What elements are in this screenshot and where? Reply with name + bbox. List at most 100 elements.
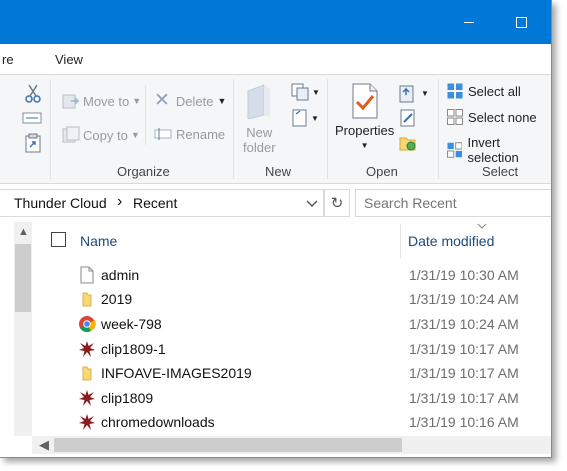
- copy-path-icon: [22, 112, 42, 124]
- copy-path-button[interactable]: [22, 111, 42, 125]
- scroll-left-icon[interactable]: ◀: [39, 437, 49, 453]
- column-header-date-modified[interactable]: Date modified: [408, 233, 494, 249]
- open-icon: [399, 85, 414, 103]
- invert-selection-icon: [447, 142, 463, 158]
- file-date: 1/31/19 10:17 AM: [409, 341, 519, 357]
- rename-label: Rename: [176, 126, 226, 142]
- splat-icon: [79, 390, 95, 406]
- address-dropdown-icon[interactable]: [306, 200, 318, 208]
- address-bar: Thunder Cloud › Recent ↻: [0, 184, 551, 222]
- refresh-icon: ↻: [330, 195, 344, 212]
- properties-button[interactable]: Properties ▼: [335, 83, 394, 150]
- ribbon-separator: [145, 85, 146, 145]
- history-button[interactable]: [399, 134, 417, 152]
- refresh-button[interactable]: ↻: [324, 189, 350, 217]
- file-name: admin: [101, 267, 140, 283]
- select-all-checkbox[interactable]: [51, 232, 66, 247]
- copy-to-icon: [62, 126, 80, 143]
- easy-access-icon: [292, 109, 307, 127]
- file-date: 1/31/19 10:24 AM: [409, 316, 519, 332]
- edit-icon: [400, 109, 415, 127]
- list-item[interactable]: clip1809 1/31/19 10:17 AM: [0, 387, 551, 411]
- list-item[interactable]: INFOAVE-IMAGES2019 1/31/19 10:17 AM: [0, 362, 551, 386]
- folder-icon: [82, 292, 92, 307]
- sort-indicator-icon: [477, 223, 487, 229]
- list-item[interactable]: week-798 1/31/19 10:24 AM: [0, 313, 551, 337]
- breadcrumb-separator-icon[interactable]: ›: [117, 193, 122, 211]
- delete-button[interactable]: ✕ Delete ▼: [154, 90, 226, 111]
- copy-to-label: Copy to: [83, 127, 128, 143]
- properties-icon: [352, 83, 378, 119]
- paste-shortcut-button[interactable]: [24, 133, 42, 153]
- search-input[interactable]: [355, 189, 551, 217]
- new-folder-label-2: folder: [243, 140, 276, 155]
- copy-to-button[interactable]: Copy to ▼: [62, 126, 140, 144]
- ribbon-separator: [233, 79, 234, 179]
- easy-access-button[interactable]: ▼: [291, 109, 319, 127]
- column-header-name[interactable]: Name: [80, 233, 117, 249]
- list-item[interactable]: chromedownloads 1/31/19 10:16 AM: [0, 411, 551, 435]
- new-folder-button[interactable]: New folder: [243, 83, 276, 155]
- tab-share[interactable]: re: [2, 52, 14, 67]
- cut-button[interactable]: [24, 83, 42, 103]
- edit-button[interactable]: [399, 109, 417, 127]
- history-icon: [399, 137, 416, 151]
- new-folder-icon: [247, 84, 271, 119]
- maximize-icon: [515, 16, 527, 28]
- chevron-down-icon: ▼: [421, 88, 429, 98]
- file-date: 1/31/19 10:17 AM: [409, 390, 519, 406]
- chevron-down-icon: ▼: [132, 96, 142, 106]
- chevron-down-icon: ▼: [311, 113, 319, 123]
- file-date: 1/31/19 10:17 AM: [409, 365, 519, 381]
- chrome-icon: [79, 316, 96, 333]
- chevron-down-icon: ▼: [312, 87, 320, 97]
- file-explorer-window: re View Move to ▼ Copy to ▼ ✕ Delete ▼ R…: [0, 0, 552, 458]
- list-item[interactable]: clip1809-1 1/31/19 10:17 AM: [0, 338, 551, 362]
- breadcrumb-item[interactable]: Thunder Cloud: [14, 195, 107, 211]
- file-date: 1/31/19 10:30 AM: [409, 267, 519, 283]
- select-all-button[interactable]: Select all: [447, 83, 521, 99]
- breadcrumb-item[interactable]: Recent: [133, 195, 177, 211]
- delete-label: Delete: [175, 93, 214, 109]
- new-folder-label-1: New: [246, 125, 273, 140]
- ribbon-separator: [50, 79, 51, 179]
- breadcrumb[interactable]: Thunder Cloud › Recent: [0, 189, 324, 217]
- organize-group-label: Organize: [117, 164, 170, 179]
- minimize-icon: [464, 21, 474, 23]
- splat-icon: [79, 341, 95, 357]
- horizontal-scroll-thumb[interactable]: [54, 438, 402, 452]
- minimize-button[interactable]: [446, 0, 492, 44]
- select-none-button[interactable]: Select none: [447, 109, 537, 125]
- select-none-icon: [447, 109, 463, 125]
- tab-view[interactable]: View: [55, 52, 83, 67]
- new-item-button[interactable]: ▼: [291, 83, 320, 101]
- file-name: week-798: [101, 316, 162, 332]
- new-item-icon: [291, 83, 309, 101]
- ribbon-separator: [327, 79, 328, 179]
- list-item[interactable]: admin 1/31/19 10:30 AM: [0, 264, 551, 288]
- select-group-label: Select: [482, 164, 519, 179]
- move-to-label: Move to: [83, 93, 130, 109]
- list-item[interactable]: 2019 1/31/19 10:24 AM: [0, 288, 551, 312]
- select-all-label: Select all: [468, 83, 521, 99]
- properties-label: Properties: [335, 123, 395, 138]
- maximize-button[interactable]: [498, 0, 544, 44]
- open-button[interactable]: ▼: [399, 83, 429, 103]
- chevron-down-icon: ▼: [360, 141, 369, 150]
- splat-icon: [79, 414, 95, 430]
- move-to-icon: [62, 94, 80, 109]
- scroll-up-icon[interactable]: ▲: [18, 226, 29, 238]
- file-name: chromedownloads: [101, 414, 215, 430]
- column-divider[interactable]: [400, 224, 401, 258]
- invert-selection-label: Invert selection: [467, 135, 519, 165]
- file-date: 1/31/19 10:16 AM: [409, 414, 519, 430]
- invert-selection-button[interactable]: Invert selection: [447, 135, 551, 165]
- ribbon-separator: [438, 79, 439, 179]
- delete-icon: ✕: [154, 90, 170, 111]
- rename-button[interactable]: Rename: [154, 126, 225, 142]
- chevron-down-icon: ▼: [130, 130, 140, 140]
- file-name: 2019: [101, 291, 133, 307]
- move-to-button[interactable]: Move to ▼: [62, 92, 141, 110]
- select-all-icon: [447, 83, 463, 99]
- horizontal-scrollbar[interactable]: ◀: [32, 436, 551, 454]
